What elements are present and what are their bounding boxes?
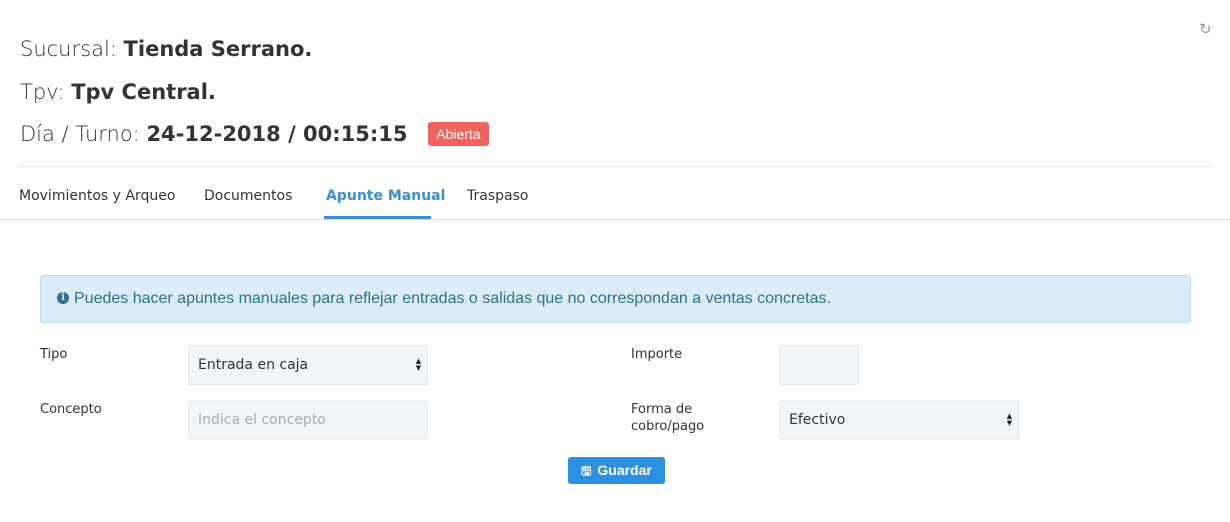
tab-documentos[interactable]: Documentos — [204, 188, 292, 204]
turno-label: Día / Turno: — [20, 122, 140, 146]
info-circle-icon: i — [57, 291, 69, 304]
forma-cobro-select-value: Efectivo — [789, 412, 846, 428]
forma-cobro-label-line2: cobro/pago — [631, 419, 705, 434]
importe-label: Importe — [631, 347, 683, 362]
guardar-button[interactable]: 🖫 Guardar — [568, 457, 665, 484]
tpv-value: Tpv Central. — [71, 80, 216, 104]
status-badge: Abierta — [428, 122, 489, 146]
guardar-label: Guardar — [597, 462, 652, 478]
header-divider — [18, 166, 1213, 167]
tpv-line: Tpv: Tpv Central. — [20, 80, 216, 104]
active-tab-indicator — [324, 216, 431, 219]
select-arrows-icon: ▲ ▼ — [1006, 412, 1013, 427]
tab-apunte-manual[interactable]: Apunte Manual — [326, 188, 445, 204]
sucursal-line: Sucursal: Tienda Serrano. — [20, 37, 312, 61]
tipo-select-value: Entrada en caja — [198, 357, 309, 373]
tpv-label: Tpv: — [20, 80, 65, 104]
tipo-select[interactable]: Entrada en caja ▲ ▼ — [188, 345, 428, 385]
tab-movimientos[interactable]: Movimientos y Arqueo — [19, 188, 175, 204]
turno-value: 24-12-2018 / 00:15:15 — [146, 122, 408, 146]
tab-bar: Movimientos y Arqueo Documentos Apunte M… — [0, 178, 1230, 220]
importe-input[interactable] — [779, 345, 859, 385]
concepto-input[interactable]: Indica el concepto — [188, 400, 428, 440]
sucursal-value: Tienda Serrano. — [123, 37, 313, 61]
select-arrows-icon: ▲ ▼ — [415, 357, 422, 372]
sucursal-label: Sucursal: — [20, 37, 117, 61]
turno-line: Día / Turno: 24-12-2018 / 00:15:15 Abier… — [20, 122, 489, 148]
floppy-disk-icon: 🖫 — [581, 464, 592, 478]
info-alert: i Puedes hacer apuntes manuales para refl… — [40, 275, 1191, 323]
tipo-label: Tipo — [40, 347, 68, 362]
tab-traspaso[interactable]: Traspaso — [467, 188, 528, 204]
forma-cobro-select[interactable]: Efectivo ▲ ▼ — [779, 400, 1019, 440]
alert-text: Puedes hacer apuntes manuales para refle… — [74, 290, 831, 307]
forma-cobro-label: Forma de cobro/pago — [631, 401, 704, 435]
forma-cobro-label-line1: Forma de — [631, 402, 693, 417]
refresh-icon[interactable]: ↻ — [1199, 22, 1213, 38]
concepto-label: Concepto — [40, 402, 102, 417]
